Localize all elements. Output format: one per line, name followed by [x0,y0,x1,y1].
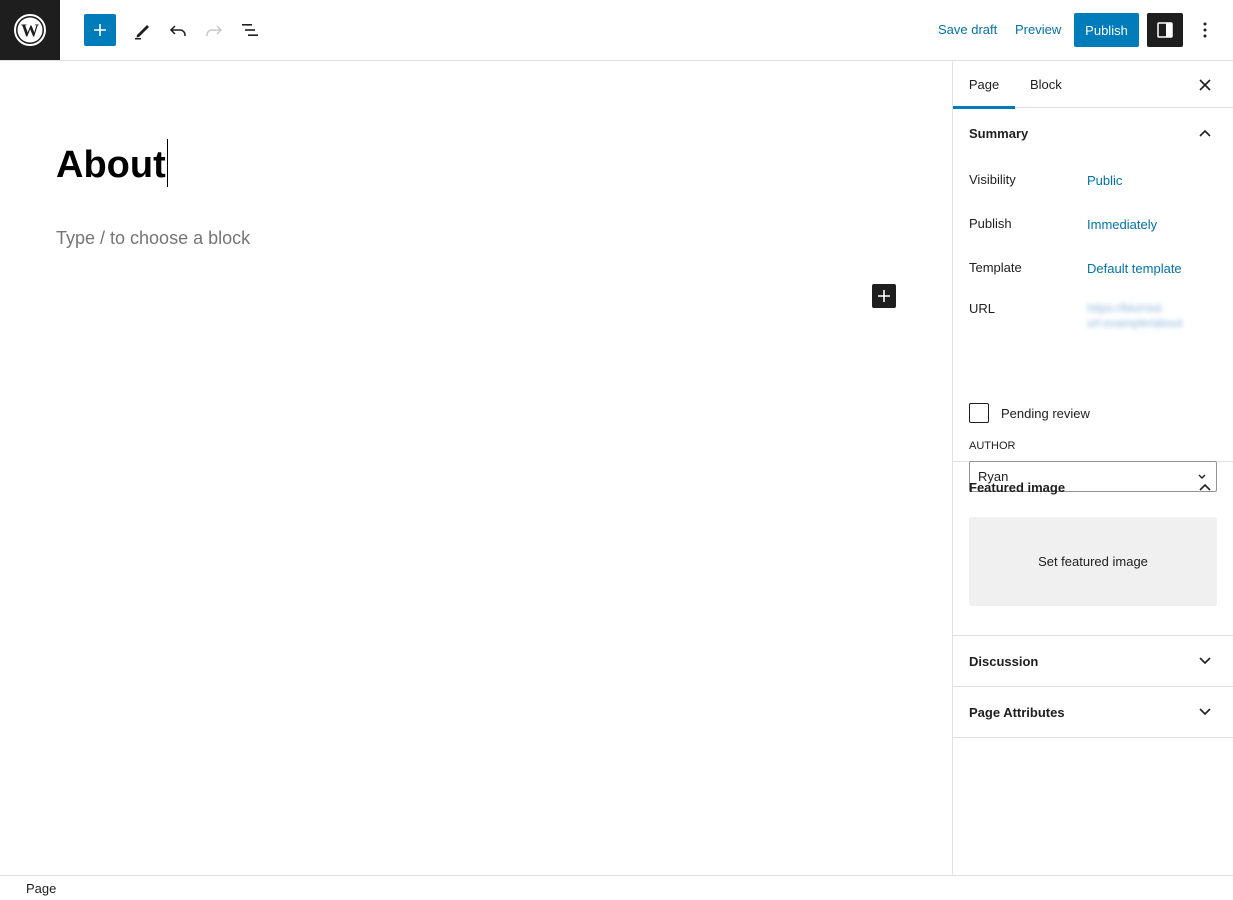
pending-review-control[interactable]: Pending review [969,403,1090,423]
author-label: AUTHOR [969,440,1016,452]
tab-block[interactable]: Block [1030,61,1062,108]
sidebar-toggle-icon [1157,22,1173,38]
post-title-text: About [56,144,166,186]
visibility-value-button[interactable]: Public [1087,173,1122,188]
block-placeholder[interactable]: Type / to choose a block [56,228,250,249]
chevron-down-icon [1193,649,1217,673]
post-title-input[interactable]: About [56,139,168,188]
url-label: URL [969,301,996,316]
visibility-label: Visibility [969,172,1016,187]
editor-canvas: About Type / to choose a block [0,61,952,875]
discussion-panel: Discussion [953,636,1233,687]
chevron-down-icon [1193,700,1217,724]
pencil-icon [135,25,149,40]
preview-button[interactable]: Preview [1015,22,1061,37]
publish-date-button[interactable]: Immediately [1087,217,1157,232]
wordpress-logo-icon: W [14,14,46,46]
save-draft-button[interactable]: Save draft [938,22,997,37]
sidebar-tabs: Page Block [953,61,1233,109]
summary-panel-toggle[interactable]: Summary [953,108,1233,158]
page-attributes-panel: Page Attributes [953,687,1233,738]
pending-review-checkbox[interactable] [969,403,989,423]
featured-image-panel-toggle[interactable]: Featured image [953,462,1233,512]
set-featured-image-button[interactable]: Set featured image [969,517,1217,606]
publish-label: Publish [969,216,1012,231]
list-view-button[interactable] [234,14,266,46]
tools-edit-button[interactable] [126,14,158,46]
chevron-up-icon [1193,475,1217,499]
close-icon [1199,79,1211,91]
chevron-up-icon [1193,121,1217,145]
options-menu-button[interactable] [1193,14,1217,46]
undo-icon [169,25,186,36]
block-breadcrumb[interactable]: Page [26,881,56,896]
editor-footer: Page [0,875,1233,900]
svg-text:W: W [21,21,39,41]
discussion-panel-toggle[interactable]: Discussion [953,636,1233,686]
redo-button[interactable] [198,14,230,46]
featured-image-panel-title: Featured image [969,479,1066,495]
add-block-button[interactable] [872,284,896,308]
featured-image-panel: Featured image Set featured image [953,462,1233,636]
block-inserter-toggle[interactable] [84,14,116,46]
template-button[interactable]: Default template [1087,261,1182,276]
url-value-button[interactable]: https://blurred-url.example/about [1087,301,1209,331]
discussion-panel-title: Discussion [969,653,1039,669]
close-sidebar-button[interactable] [1193,73,1217,97]
summary-panel-title: Summary [969,125,1029,141]
summary-panel: Summary Visibility Public Publish Immedi… [953,108,1233,492]
plus-icon [94,24,106,36]
text-caret [166,139,168,187]
wordpress-logo-button[interactable]: W [0,0,60,60]
publish-button[interactable]: Publish [1074,13,1139,47]
vertical-ellipsis-icon [1203,22,1207,38]
page-attributes-panel-title: Page Attributes [969,704,1065,720]
page-attributes-panel-toggle[interactable]: Page Attributes [953,687,1233,737]
tab-page[interactable]: Page [953,61,1015,109]
editor-header: W Save draft Preview Publish [0,0,1233,61]
plus-icon [878,290,890,302]
template-label: Template [969,260,1022,275]
list-view-icon [242,24,258,36]
settings-toggle-button[interactable] [1147,13,1183,47]
pending-review-label: Pending review [1001,405,1090,421]
redo-icon [206,25,223,36]
undo-button[interactable] [162,14,194,46]
settings-sidebar: Page Block Summary Visibility Public Pub… [952,61,1233,875]
